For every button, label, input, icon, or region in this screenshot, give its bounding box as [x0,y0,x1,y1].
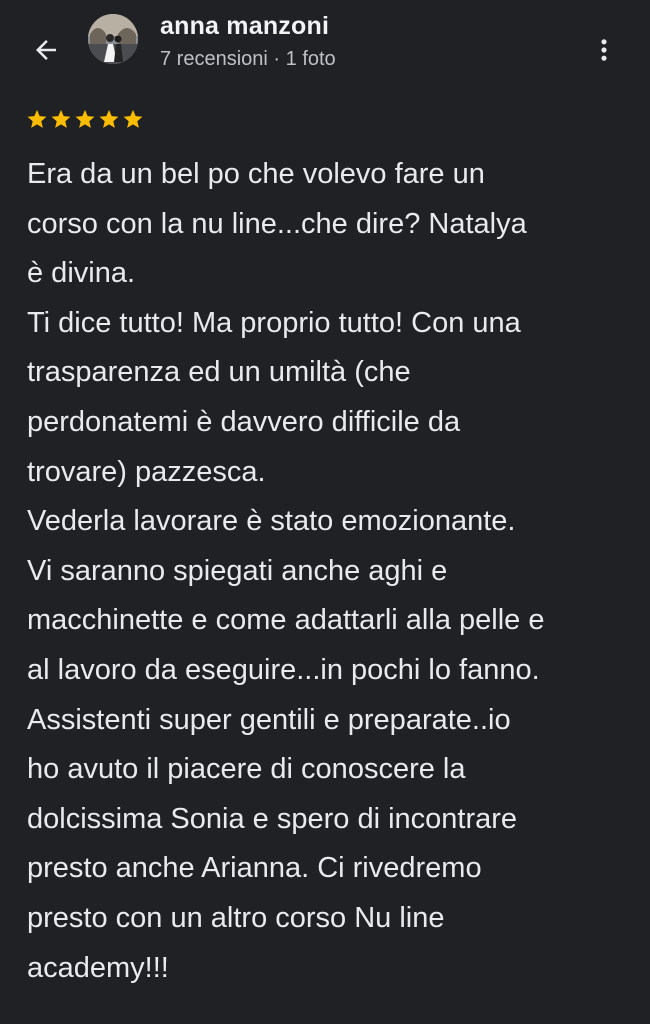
arrow-back-icon [36,40,56,60]
reviewer-name[interactable]: anna manzoni [160,12,329,41]
more-vert-icon [601,39,607,61]
review-text-line: macchinette e come adattarli alla pelle … [27,604,545,637]
review-text-line: Assistenti super gentili e preparate..io [27,703,511,736]
review-text-line: perdonatemi è davvero difficile da [27,405,461,438]
review-text: Era da un bel po che volevo fare un corso… [27,150,627,993]
star-icon [123,109,143,128]
avatar[interactable] [88,14,138,64]
review-header: anna manzoni 7 recensioni · 1 foto [0,0,650,100]
star-rating [26,108,144,130]
review-text-line: Vederla lavorare è stato emozionante. [27,505,516,538]
reviewer-meta: 7 recensioni · 1 foto [160,48,336,71]
more-options-button[interactable] [588,30,620,70]
review-text-line: presto con un altro corso Nu line [27,901,445,934]
review-text-line: Era da un bel po che volevo fare un [27,158,485,190]
review-text-line: corso con la nu line...che dire? Natalya [27,207,527,240]
star-icon [99,109,119,128]
meta-separator: · [273,48,281,70]
review-text-line: presto anche Arianna. Ci rivedremo [27,852,482,885]
review-text-line: è divina. [27,257,136,290]
star-icon [27,109,47,128]
star-icon [51,109,71,128]
photos-count: 1 foto [285,48,336,70]
review-text-line: ho avuto il piacere di conoscere la [27,753,466,786]
review-text-line: dolcissima Sonia e spero di incontrare [27,802,518,835]
star-icon [75,109,95,128]
reviews-count: 7 recensioni [160,48,268,70]
review-text-line: academy!!! [27,951,169,984]
review-text-line: trasparenza ed un umiltà (che [27,356,411,389]
review-text-line: trovare) pazzesca. [27,455,266,488]
back-button[interactable] [26,30,66,70]
review-text-line: Vi saranno spiegati anche aghi e [27,554,448,587]
review-text-line: Ti dice tutto! Ma proprio tutto! Con una [27,306,521,339]
avatar-photo-icon [88,14,138,64]
review-text-line: al lavoro da eseguire...in pochi lo fann… [27,653,540,686]
